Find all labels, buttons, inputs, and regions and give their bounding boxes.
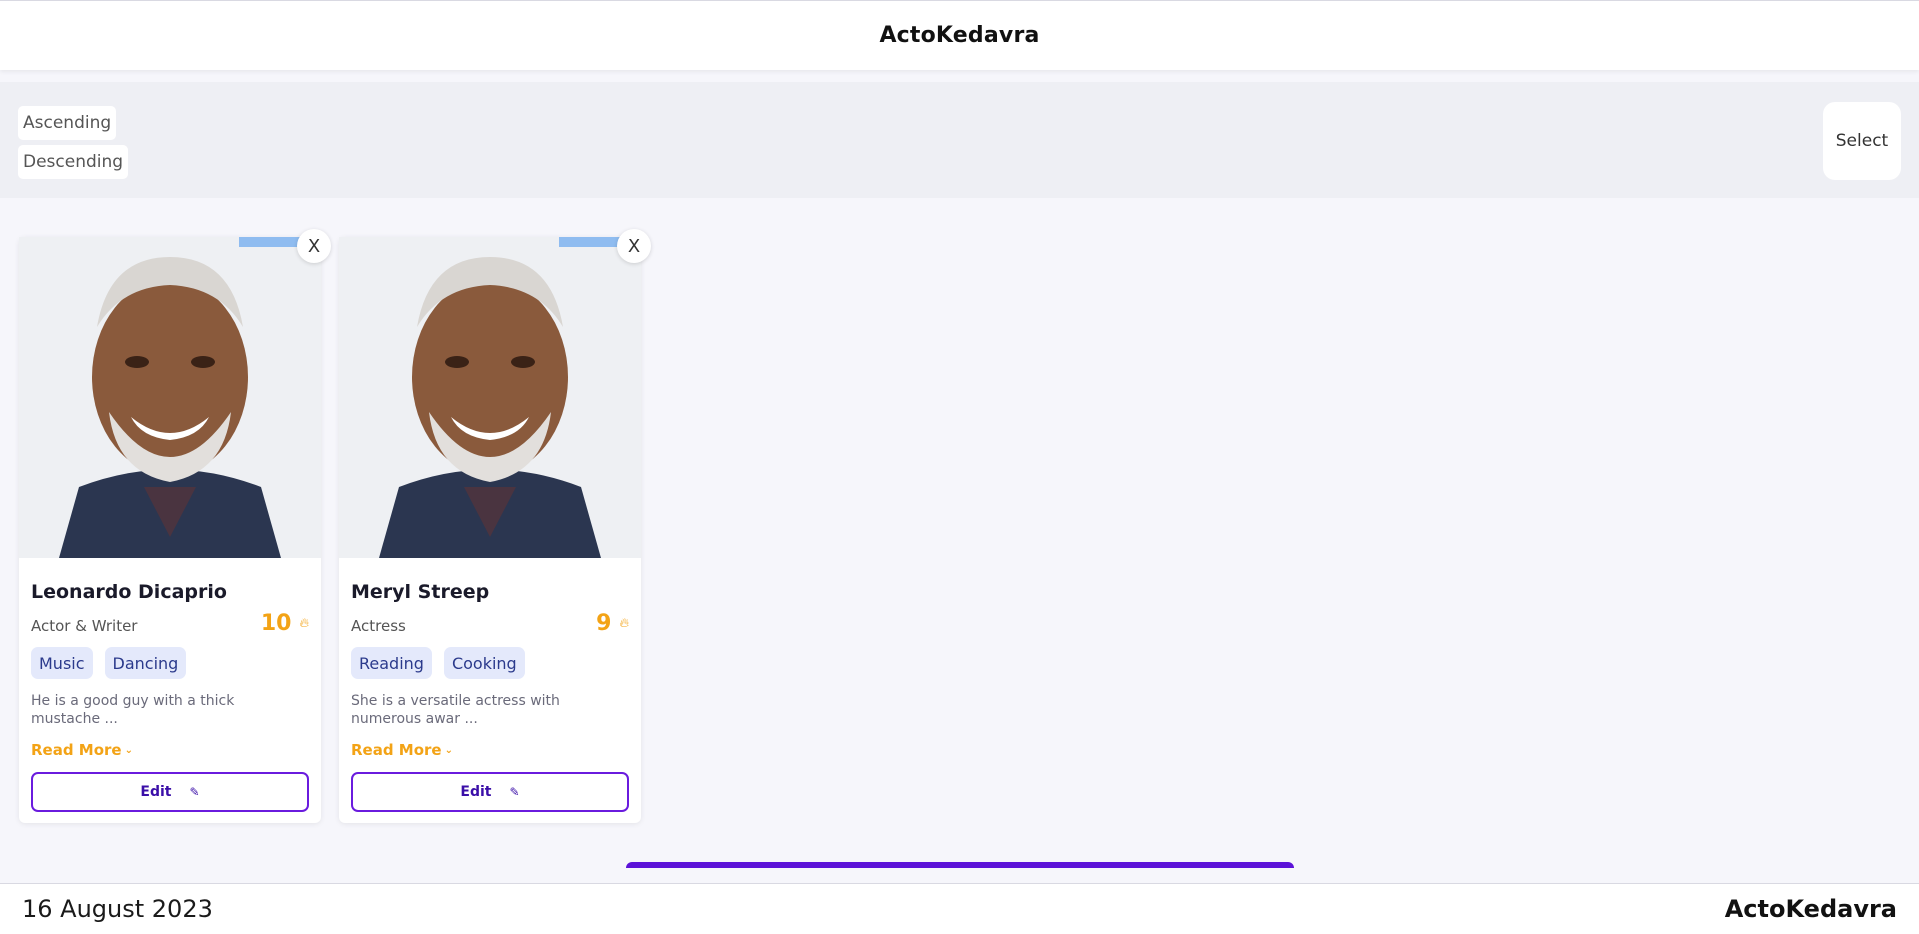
actor-photo [19, 237, 321, 558]
remove-card-button[interactable]: X [617, 229, 651, 263]
edit-button[interactable]: Edit ✎ [31, 772, 309, 812]
footer-brand: ActoKedavra [1724, 895, 1897, 923]
actor-role: Actress [351, 617, 406, 635]
sort-descending-button[interactable]: Descending [18, 145, 129, 179]
tag: Dancing [104, 647, 187, 679]
tag: Music [31, 647, 93, 679]
remove-card-button[interactable]: X [297, 229, 331, 263]
actor-role: Actor & Writer [31, 617, 138, 635]
read-more-label: Read More [351, 741, 442, 759]
read-more-label: Read More [31, 741, 122, 759]
tag: Reading [351, 647, 432, 679]
tag-list: Music Dancing [31, 647, 187, 679]
footer: 16 August 2023 ActoKedavra [0, 883, 1919, 934]
flame-icon: 🔥︎ [619, 616, 629, 631]
rating-value: 9 [596, 611, 612, 636]
top-header: ActoKedavra [0, 0, 1919, 70]
read-more-link[interactable]: Read More ⌄ [351, 741, 453, 759]
actor-rating: 10 🔥︎ [261, 611, 309, 636]
read-more-link[interactable]: Read More ⌄ [31, 741, 133, 759]
select-button[interactable]: Select [1823, 102, 1901, 180]
actor-card: X Leonardo Dicaprio Actor & Writer 10 🔥︎… [19, 229, 331, 823]
sort-controls: Ascending Descending Select [0, 82, 1919, 198]
tag: Cooking [443, 647, 525, 679]
footer-date: 16 August 2023 [22, 895, 213, 923]
chevron-down-icon: ⌄ [124, 744, 133, 756]
chevron-down-icon: ⌄ [444, 744, 453, 756]
edit-label: Edit [460, 784, 492, 800]
pencil-icon: ✎ [509, 785, 520, 799]
add-button-edge[interactable] [626, 862, 1294, 868]
actor-photo [339, 237, 641, 558]
tag-list: Reading Cooking [351, 647, 525, 679]
actor-description: She is a versatile actress with numerous… [351, 693, 560, 727]
rating-value: 10 [260, 611, 292, 636]
edit-button[interactable]: Edit ✎ [351, 772, 629, 812]
actor-card: X Meryl Streep Actress 9 🔥︎ Reading Cook… [339, 229, 651, 823]
actor-name: Leonardo Dicaprio [31, 581, 227, 603]
sort-ascending-button[interactable]: Ascending [18, 106, 117, 140]
edit-label: Edit [140, 784, 172, 800]
actor-rating: 9 🔥︎ [596, 611, 629, 636]
pencil-icon: ✎ [189, 785, 200, 799]
actor-name: Meryl Streep [351, 581, 490, 603]
flame-icon: 🔥︎ [299, 616, 309, 631]
actor-description: He is a good guy with a thick mustache .… [31, 693, 235, 727]
app-title: ActoKedavra [879, 23, 1040, 48]
